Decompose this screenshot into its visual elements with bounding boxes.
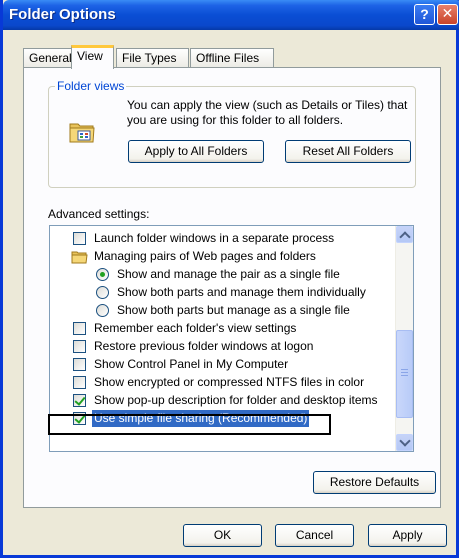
- list-item-label: Show Control Panel in My Computer: [94, 357, 289, 371]
- tab-file-types[interactable]: File Types: [116, 48, 189, 67]
- folder-views-icon: [69, 123, 95, 143]
- show-encrypted-color-checkbox[interactable]: [73, 376, 86, 389]
- list-item-label: Show both parts and manage them individu…: [117, 285, 366, 299]
- show-popup-description-checkbox[interactable]: [73, 394, 86, 407]
- restore-defaults-button[interactable]: Restore Defaults: [313, 471, 436, 494]
- individually-radio[interactable]: [96, 286, 109, 299]
- list-item-label: Show and manage the pair as a single fil…: [117, 267, 340, 281]
- apply-button[interactable]: Apply: [368, 524, 447, 547]
- scroll-thumb[interactable]: [396, 330, 413, 418]
- folder-views-label: Folder views: [55, 79, 127, 93]
- list-item-label: Restore previous folder windows at logon: [94, 339, 314, 353]
- apply-to-all-folders-button[interactable]: Apply to All Folders: [128, 140, 264, 163]
- folder-icon: [71, 251, 88, 264]
- list-item-label: Managing pairs of Web pages and folders: [94, 249, 316, 263]
- list-scrollbar[interactable]: [395, 226, 413, 451]
- scroll-up-button[interactable]: [396, 226, 413, 243]
- folder-views-group: Folder views You can apply the view (suc…: [48, 79, 416, 188]
- restore-windows-at-logon-checkbox[interactable]: [73, 340, 86, 353]
- tab-view[interactable]: View: [71, 45, 114, 69]
- advanced-settings-label: Advanced settings:: [48, 207, 150, 221]
- folder-options-window: Folder Options ? ✕ General View File Typ…: [0, 0, 459, 558]
- help-button[interactable]: ?: [414, 4, 435, 25]
- both-parts-single-file-radio[interactable]: [96, 304, 109, 317]
- show-control-panel-checkbox[interactable]: [73, 358, 86, 371]
- tab-offline-files[interactable]: Offline Files: [190, 48, 274, 67]
- list-item-label: Show pop-up description for folder and d…: [94, 393, 378, 407]
- single-file-radio[interactable]: [96, 268, 109, 281]
- view-tab-panel: Folder views You can apply the view (suc…: [23, 67, 441, 508]
- list-item-label: Show both parts but manage as a single f…: [117, 303, 350, 317]
- launch-separate-process-checkbox[interactable]: [73, 232, 86, 245]
- ok-button[interactable]: OK: [183, 524, 262, 547]
- scroll-down-button[interactable]: [396, 434, 413, 451]
- close-button[interactable]: ✕: [437, 4, 458, 25]
- reset-all-folders-button[interactable]: Reset All Folders: [285, 140, 411, 163]
- list-item-label: Remember each folder's view settings: [94, 321, 297, 335]
- tab-general[interactable]: General: [23, 48, 72, 67]
- folder-views-description: You can apply the view (such as Details …: [127, 98, 408, 127]
- list-item-label: Show encrypted or compressed NTFS files …: [94, 375, 365, 389]
- window-title: Folder Options: [9, 6, 116, 23]
- title-bar[interactable]: Folder Options ? ✕: [3, 0, 459, 30]
- highlight-box: [48, 414, 331, 435]
- remember-view-settings-checkbox[interactable]: [73, 322, 86, 335]
- list-item-label: Launch folder windows in a separate proc…: [94, 231, 335, 245]
- cancel-button[interactable]: Cancel: [275, 524, 354, 547]
